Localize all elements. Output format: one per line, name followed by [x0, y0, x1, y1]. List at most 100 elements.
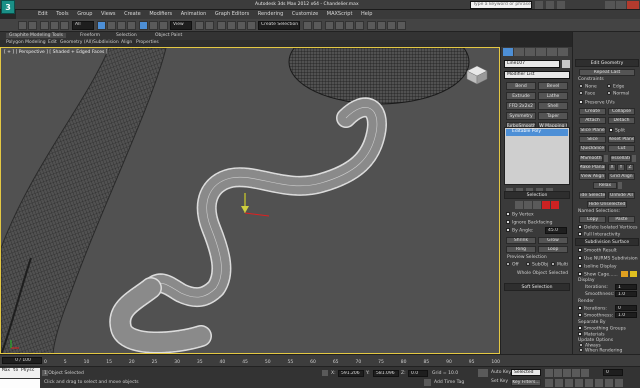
render-iterations-field[interactable]: 0 [615, 305, 637, 311]
ffd-button[interactable]: FFD 2x2x2 [506, 102, 536, 110]
grow-button[interactable]: Grow [538, 237, 568, 244]
collapse-button[interactable]: Collapse [608, 108, 635, 115]
named-selection-set-dropdown[interactable]: Create Selection Se [258, 21, 300, 30]
element-icon[interactable] [551, 201, 559, 209]
play-icon[interactable] [563, 369, 571, 377]
cage-color-swatch-2[interactable] [630, 271, 637, 277]
show-cage-option[interactable]: Show Cage...... [578, 272, 618, 278]
tab-graphite-modeling-tools[interactable]: Graphite Modeling Tools [6, 33, 67, 38]
z-coordinate-field[interactable]: 0.0 [408, 370, 428, 377]
stack-item-editable-poly[interactable]: Editable Poly [506, 129, 568, 136]
attach-button[interactable]: Attach [579, 117, 606, 124]
preview-off-radio[interactable]: Off [506, 262, 519, 268]
orbit-icon[interactable] [605, 379, 613, 387]
relax-settings-icon[interactable] [618, 182, 622, 189]
material-editor-icon[interactable] [367, 21, 376, 30]
ribbon-edit[interactable]: Edit [48, 40, 57, 45]
motion-tab-icon[interactable] [536, 48, 546, 56]
undo-icon[interactable] [18, 21, 27, 30]
key-filters-button[interactable]: Key Filters... [511, 379, 541, 386]
rectangle-selection-icon[interactable] [117, 21, 126, 30]
x-coordinate-field[interactable]: 591.206 [338, 370, 364, 377]
select-by-name-icon[interactable] [107, 21, 116, 30]
delete-isolated-option[interactable]: Delete Isolated Vertices [578, 225, 637, 231]
timeline[interactable]: 0 / 100 0 5 10 15 20 25 30 35 40 45 50 5… [0, 354, 640, 366]
tab-freeform[interactable]: Freeform [80, 33, 100, 38]
zoom-extents-all-icon[interactable] [575, 379, 583, 387]
close-button[interactable] [627, 1, 639, 9]
maximize-button[interactable] [616, 1, 626, 9]
create-tab-icon[interactable] [503, 48, 513, 56]
by-vertex-option[interactable]: By Vertex [506, 212, 534, 218]
make-planar-button[interactable]: Make Planar [579, 164, 606, 171]
paste-button[interactable]: Paste [608, 216, 635, 223]
menu-modifiers[interactable]: Modifiers [149, 11, 172, 17]
utilities-tab-icon[interactable] [558, 48, 568, 56]
subdivision-surface-header[interactable]: Subdivision Surface [575, 238, 639, 246]
scale-icon[interactable] [159, 21, 168, 30]
full-interactivity-option[interactable]: Full Interactivity [578, 232, 620, 238]
extrude-button[interactable]: Extrude [506, 92, 536, 100]
smoothing-groups-option[interactable]: Smoothing Groups [578, 326, 626, 332]
link-icon[interactable] [40, 21, 49, 30]
smooth-result-option[interactable]: Smooth Result [578, 248, 617, 254]
pivot-center-icon[interactable] [195, 21, 204, 30]
border-icon[interactable] [533, 201, 541, 209]
reference-coordinate-dropdown[interactable]: View [170, 21, 192, 30]
menu-graph-editors[interactable]: Graph Editors [215, 11, 249, 17]
shrink-button[interactable]: Shrink [506, 237, 536, 244]
bind-icon[interactable] [60, 21, 69, 30]
menu-group[interactable]: Group [77, 11, 92, 17]
object-name-field[interactable]: Line107 [504, 60, 560, 68]
planar-y-button[interactable]: Y [617, 164, 625, 171]
go-to-end-icon[interactable] [581, 369, 589, 377]
tab-object-paint[interactable]: Object Paint [155, 33, 182, 38]
modifier-stack[interactable]: Editable Poly [504, 127, 570, 185]
curve-editor-icon[interactable] [345, 21, 354, 30]
graphite-toggle-icon[interactable] [335, 21, 344, 30]
render-iterations-option[interactable]: Iterations: [578, 306, 607, 312]
relax-button[interactable]: Relax [593, 182, 617, 189]
align-icon[interactable] [313, 21, 322, 30]
slice-button[interactable]: Slice [579, 136, 606, 143]
rotate-icon[interactable] [149, 21, 158, 30]
select-object-icon[interactable] [97, 21, 106, 30]
bevel-button[interactable]: Bevel [538, 82, 568, 90]
search-input[interactable]: Type a keyword or phrase [470, 1, 532, 9]
constraint-face-radio[interactable]: Face [579, 91, 595, 97]
time-tag-icon[interactable] [424, 379, 431, 386]
ribbon-properties[interactable]: Properties [136, 40, 159, 45]
ribbon-align[interactable]: Align [121, 40, 132, 45]
ribbon-geometry-all[interactable]: Geometry (All) [60, 40, 93, 45]
symmetry-button[interactable]: Symmetry [506, 112, 536, 120]
constraint-none-radio[interactable]: None [579, 84, 597, 90]
menu-edit[interactable]: Edit [38, 11, 48, 17]
timeline-ruler[interactable]: 0 5 10 15 20 25 30 35 40 45 50 55 60 65 … [44, 356, 500, 365]
menu-maxscript[interactable]: MAXScript [327, 11, 353, 17]
rendered-frame-icon[interactable] [387, 21, 396, 30]
reset-plane-button[interactable]: Reset Plane [608, 136, 635, 143]
auto-key-toggle[interactable]: Auto Key [491, 370, 511, 375]
ring-button[interactable]: Ring [506, 246, 536, 253]
hierarchy-tab-icon[interactable] [525, 48, 535, 56]
msmooth-button[interactable]: MSmooth [579, 155, 603, 162]
hide-selected-button[interactable]: Hide Selected [579, 192, 606, 199]
previous-frame-icon[interactable] [554, 369, 562, 377]
display-tab-icon[interactable] [547, 48, 557, 56]
menu-create[interactable]: Create [124, 11, 141, 17]
help-icon[interactable] [557, 1, 565, 9]
hide-unselected-button[interactable]: Hide Unselected [587, 201, 627, 208]
selection-filter-dropdown[interactable]: All [72, 21, 94, 30]
y-coordinate-field[interactable]: 581.096 [373, 370, 399, 377]
set-key-mode-icon[interactable] [478, 369, 488, 377]
zoom-extents-icon[interactable] [565, 379, 573, 387]
menu-customize[interactable]: Customize [292, 11, 318, 17]
menu-rendering[interactable]: Rendering [258, 11, 284, 17]
constraint-edge-radio[interactable]: Edge [607, 84, 624, 90]
split-option[interactable]: Split [609, 128, 625, 134]
by-angle-option[interactable]: By Angle: [506, 228, 534, 234]
maximize-viewport-icon[interactable] [615, 379, 623, 387]
app-logo[interactable]: 3 [1, 0, 15, 14]
render-teapot-icon[interactable] [397, 21, 406, 30]
shell-button[interactable]: Shell [538, 102, 568, 110]
